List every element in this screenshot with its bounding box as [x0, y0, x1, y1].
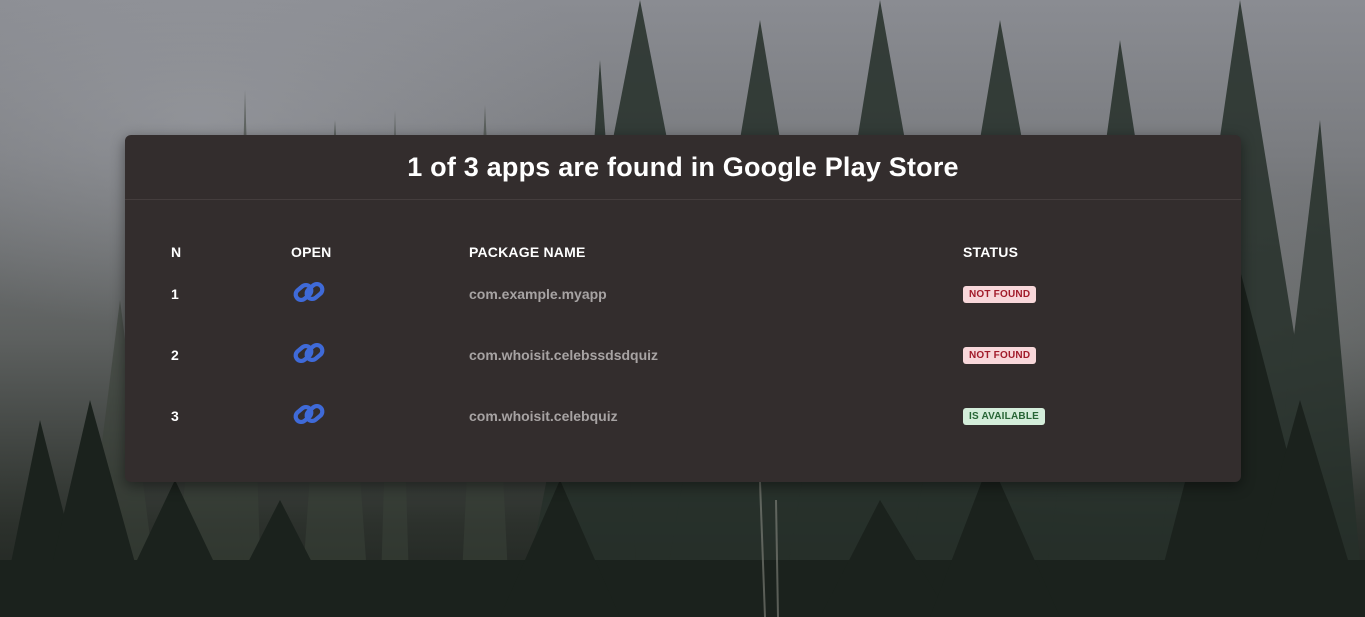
column-header-n: N — [171, 244, 182, 260]
link-icon[interactable] — [291, 338, 327, 368]
status-cell: NOT FOUND — [963, 286, 1037, 305]
status-badge: NOT FOUND — [963, 347, 1037, 364]
table-row: 2 com.whoisit.celebssdsdquiz NOT FOUND — [125, 341, 1241, 402]
results-table: N OPEN PACKAGE NAME STATUS 1 com.example… — [125, 230, 1241, 463]
open-link[interactable] — [291, 338, 327, 371]
column-header-status: STATUS — [963, 244, 1019, 260]
table-header-row: N OPEN PACKAGE NAME STATUS — [125, 230, 1241, 280]
status-badge: NOT FOUND — [963, 286, 1037, 303]
link-icon[interactable] — [291, 399, 327, 429]
row-number: 3 — [171, 408, 179, 424]
open-link[interactable] — [291, 277, 327, 310]
status-badge: IS AVAILABLE — [963, 408, 1045, 425]
column-header-package-name: PACKAGE NAME — [469, 244, 586, 260]
row-number: 2 — [171, 347, 179, 363]
column-header-open: OPEN — [291, 244, 332, 260]
link-icon[interactable] — [291, 277, 327, 307]
row-number: 1 — [171, 286, 179, 302]
results-card: 1 of 3 apps are found in Google Play Sto… — [125, 135, 1241, 482]
table-row: 1 com.example.myapp NOT FOUND — [125, 280, 1241, 341]
package-name: com.whoisit.celebssdsdquiz — [469, 347, 659, 363]
status-cell: IS AVAILABLE — [963, 408, 1045, 427]
package-name: com.example.myapp — [469, 286, 607, 302]
open-link[interactable] — [291, 399, 327, 432]
card-header: 1 of 3 apps are found in Google Play Sto… — [125, 135, 1241, 200]
page-title: 1 of 3 apps are found in Google Play Sto… — [407, 151, 959, 182]
package-name: com.whoisit.celebquiz — [469, 408, 618, 424]
table-row: 3 com.whoisit.celebquiz IS AVAILABLE — [125, 402, 1241, 463]
status-cell: NOT FOUND — [963, 347, 1037, 366]
